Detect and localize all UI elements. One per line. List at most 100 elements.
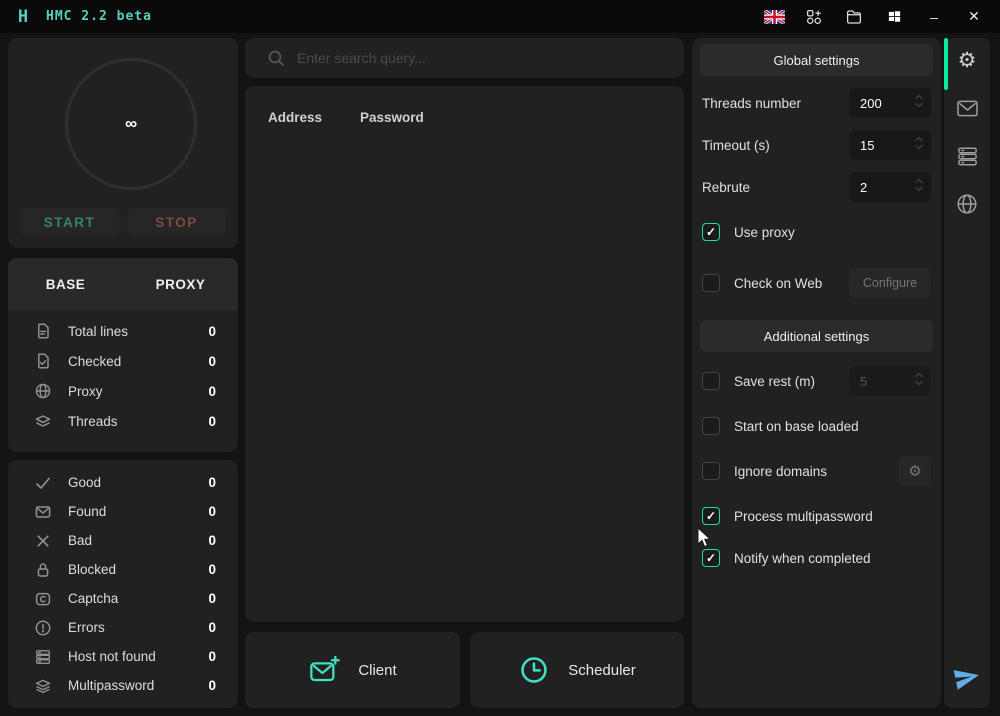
column-header-address[interactable]: Address [268,110,360,125]
check-icon: ✓ [706,552,716,564]
check-icon: ✓ [706,510,716,522]
mail-icon [34,503,52,521]
check-on-web-checkbox[interactable]: ✓ [702,274,720,292]
stat-row-proxy: Proxy 0 [8,376,238,406]
stat-row-good: Good 0 [8,468,238,497]
check-on-web-row: ✓ Check on Web Configure [702,268,931,298]
notify-completed-checkbox[interactable]: ✓ [702,549,720,567]
tab-base[interactable]: BASE [8,277,123,292]
close-button[interactable]: ✕ [954,0,994,33]
mail-nav-icon[interactable] [955,96,979,120]
global-settings-header: Global settings [700,44,933,76]
stat-row-errors: Errors 0 [8,613,238,642]
timeout-input [849,130,931,160]
start-on-base-row: ✓ Start on base loaded [702,414,931,438]
client-button-label: Client [358,662,396,679]
rebrute-field: Rebrute [702,172,931,202]
app-title: HMC 2.2 beta [46,9,152,24]
app-window: H HMC 2.2 beta [0,0,1000,716]
clock-icon [518,654,550,686]
mail-plus-icon [308,654,340,686]
active-tab-indicator [944,38,948,90]
base-stats-panel: BASE PROXY Total lines 0 [8,258,238,452]
configure-button[interactable]: Configure [849,268,931,298]
save-rest-input [849,366,931,396]
process-multipassword-row: ✓ Process multipassword [702,504,931,528]
spinner-arrows-icon[interactable] [914,177,924,198]
titlebar: H HMC 2.2 beta [0,0,1000,33]
save-rest-checkbox[interactable]: ✓ [702,372,720,390]
globe-icon [34,382,52,400]
stat-row-blocked: Blocked 0 [8,555,238,584]
settings-nav-gear-icon[interactable]: ⚙ [955,48,979,72]
ignore-domains-row: ✓ Ignore domains ⚙ [702,456,931,486]
table-header: Address Password [268,110,661,125]
notify-completed-row: ✓ Notify when completed [702,546,931,570]
ignore-domains-gear-button[interactable]: ⚙ [899,456,931,486]
base-stats-list: Total lines 0 Checked 0 Proxy 0 [8,310,238,436]
captcha-icon [34,590,52,608]
telegram-icon[interactable] [953,664,981,692]
results-stats-panel: Good 0 Found 0 Bad 0 Block [8,460,238,708]
folder-icon[interactable] [834,0,874,33]
globe-nav-icon[interactable] [955,192,979,216]
app-logo: H [12,7,34,27]
spinner-arrows-icon[interactable] [914,93,924,114]
stat-row-found: Found 0 [8,497,238,526]
stat-row-threads: Threads 0 [8,406,238,436]
timeout-value[interactable] [849,138,901,153]
language-flag-icon[interactable] [754,0,794,33]
start-button[interactable]: START [20,208,119,236]
save-rest-value[interactable] [849,374,901,389]
threads-number-input [849,88,931,118]
integrations-icon[interactable] [794,0,834,33]
stat-row-host-not-found: Host not found 0 [8,642,238,671]
threads-number-field: Threads number [702,88,931,118]
search-input[interactable] [297,50,670,66]
search-icon [267,49,285,67]
process-multipassword-checkbox[interactable]: ✓ [702,507,720,525]
stat-row-captcha: Captcha 0 [8,584,238,613]
scheduler-button[interactable]: Scheduler [470,632,684,708]
runner-panel: ∞ START STOP [8,38,238,248]
rebrute-input [849,172,931,202]
use-proxy-checkbox[interactable]: ✓ [702,223,720,241]
lock-icon [34,561,52,579]
progress-ring: ∞ [57,58,205,190]
check-icon [34,474,52,492]
infinity-symbol: ∞ [125,114,137,134]
error-icon [34,619,52,637]
rebrute-value[interactable] [849,180,901,195]
threads-number-value[interactable] [849,96,901,111]
runner-buttons: START STOP [20,208,226,236]
start-on-base-checkbox[interactable]: ✓ [702,417,720,435]
search-bar [245,38,684,78]
stop-button[interactable]: STOP [127,208,226,236]
save-rest-row: ✓ Save rest (m) [702,366,931,396]
minimize-button[interactable]: – [914,0,954,33]
client-button[interactable]: Client [245,632,460,708]
stat-row-checked: Checked 0 [8,346,238,376]
spinner-arrows-icon[interactable] [914,371,924,392]
timeout-field: Timeout (s) [702,130,931,160]
gear-icon: ⚙ [908,462,921,480]
check-icon: ✓ [706,226,716,238]
spinner-arrows-icon[interactable] [914,135,924,156]
nav-sidebar: ⚙ [944,38,990,708]
file-check-icon [34,352,52,370]
windows-logo-icon[interactable] [874,0,914,33]
use-proxy-row: ✓ Use proxy [702,220,931,244]
stat-row-bad: Bad 0 [8,526,238,555]
database-nav-icon[interactable] [955,144,979,168]
x-icon [34,532,52,550]
server-icon [34,648,52,666]
stat-row-total-lines: Total lines 0 [8,316,238,346]
settings-panel: Global settings Threads number Timeout (… [692,38,941,708]
tab-proxy[interactable]: PROXY [123,277,238,292]
results-table: Address Password [245,86,684,622]
column-header-password[interactable]: Password [360,110,424,125]
additional-settings-header: Additional settings [700,320,933,352]
stats-tabs: BASE PROXY [8,258,238,310]
file-icon [34,322,52,340]
ignore-domains-checkbox[interactable]: ✓ [702,462,720,480]
